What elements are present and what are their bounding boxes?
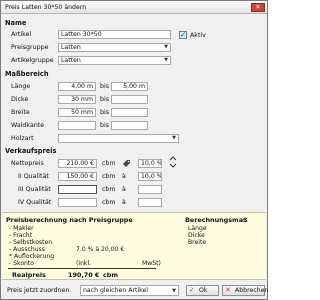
quality2-input[interactable]: 150,00 € [58, 172, 97, 181]
measure-item: Dicke [188, 232, 205, 239]
measure-item: Breite [188, 239, 207, 246]
holzart-select[interactable]: ▼ [58, 134, 179, 143]
zuordnen-label: Preis jetzt zuordnen [7, 287, 70, 294]
breite-from-input[interactable]: 50 mm [58, 108, 96, 117]
calc-item: - Fracht [9, 232, 33, 239]
divider [8, 268, 156, 269]
artikelgruppe-value: Latten [61, 57, 81, 64]
close-button[interactable]: ✕ [251, 3, 265, 12]
bis-label: bis [100, 109, 110, 116]
measure-item: Länge [188, 225, 207, 232]
ausschuss-value: 7.0 % à 20,00 € [76, 246, 125, 253]
laenge-to-input[interactable]: 5,00 m [111, 82, 148, 91]
section-mass-header: Maßbereich [5, 70, 49, 78]
cancel-x-icon: ✕ [225, 286, 231, 294]
artikelgruppe-select[interactable]: Latten ▼ [58, 56, 171, 65]
section-name-header: Name [5, 19, 27, 27]
realpreis-label: Realpreis [12, 271, 46, 279]
holzart-label: Holzart [11, 135, 34, 142]
section-verkaufspreis-header: Verkaufspreis [5, 147, 57, 155]
quality4-label: IV Qualität [18, 199, 52, 206]
aktiv-label: Aktiv [190, 32, 206, 39]
quality3-label: III Qualität [18, 186, 51, 193]
zuordnen-select[interactable]: nach gleichen Artikel ▼ [80, 285, 179, 296]
zuordnen-value: nach gleichen Artikel [83, 287, 149, 294]
quality3-unit: cbm [102, 186, 116, 193]
calc-header: Preisberechnung nach Preisgruppe [6, 216, 133, 224]
ok-button[interactable]: ✓ Ok [186, 285, 219, 296]
quality4-unit: cbm [102, 199, 116, 206]
dialog-window: Preis Latten 30*50 ändern ✕ Name Artikel… [0, 0, 268, 300]
bis-label: bis [100, 83, 110, 90]
quality3-percent-input[interactable] [138, 185, 162, 194]
nettopreis-unit: cbm [102, 160, 116, 167]
realpreis-value: 190,70 € [68, 271, 100, 279]
artikelgruppe-label: Artikelgruppe [11, 57, 54, 64]
checkmark-icon: ✓ [189, 286, 195, 294]
up-down-spinner-icon[interactable] [169, 156, 177, 168]
ok-label: Ok [199, 287, 208, 294]
artikel-input[interactable]: Latten 30*50 [58, 30, 171, 39]
check-icon: ✓ [180, 30, 187, 39]
nettopreis-input[interactable]: 210,00 € [58, 159, 97, 168]
title-bar: Preis Latten 30*50 ändern ✕ [1, 1, 267, 14]
chevron-down-icon: ▼ [164, 44, 168, 50]
preisgruppe-value: Latten [61, 44, 81, 51]
cancel-label: Abbrechen [235, 287, 269, 294]
nettopreis-percent-input[interactable]: 10,0 % [138, 159, 162, 168]
quality4-percent-input[interactable] [138, 198, 162, 207]
waldkante-from-input[interactable] [58, 121, 96, 130]
preisgruppe-label: Preisgruppe [11, 44, 49, 51]
preisgruppe-select[interactable]: Latten ▼ [58, 43, 171, 52]
quality2-a-label: à [122, 173, 126, 180]
nettopreis-label: Nettopreis [11, 160, 44, 167]
artikel-label: Artikel [11, 31, 32, 38]
skonto-mwst-label: MwSt) [142, 260, 161, 267]
quality4-input[interactable] [58, 198, 97, 207]
quality2-label: II Qualität [18, 173, 49, 180]
calc-item: - Selbstkosten [9, 239, 53, 246]
calc-item: * Auflockerung [9, 253, 55, 260]
bis-label: bis [100, 96, 110, 103]
realpreis-unit: cbm [103, 271, 119, 279]
breite-label: Breite [11, 109, 30, 116]
quality3-input[interactable] [58, 185, 97, 194]
calc-item: - Skonto [9, 260, 35, 267]
percent-tag-icon[interactable] [122, 159, 131, 167]
quality3-a-label: à [122, 186, 126, 193]
measure-header: Berechnungsmaß [185, 216, 248, 224]
laenge-from-input[interactable]: 4,00 m [58, 82, 96, 91]
aktiv-checkbox[interactable]: ✓ [179, 30, 187, 39]
chevron-down-icon: ▼ [164, 57, 168, 63]
quality4-a-label: à [122, 199, 126, 206]
calc-item: - Ausschuss [9, 246, 45, 253]
waldkante-to-input[interactable] [111, 121, 148, 130]
dicke-from-input[interactable]: 30 mm [58, 95, 96, 104]
skonto-inkl-label: (inkl. [76, 260, 92, 267]
window-title: Preis Latten 30*50 ändern [5, 4, 87, 11]
laenge-label: Länge [11, 83, 31, 90]
dicke-to-input[interactable] [111, 95, 148, 104]
quality2-percent-input[interactable]: 10,0 % [138, 172, 162, 181]
chevron-down-icon: ▼ [172, 135, 176, 141]
waldkante-label: Waldkante [11, 122, 45, 129]
quality2-unit: cbm [102, 173, 116, 180]
calc-item: - Makler [9, 225, 34, 232]
cancel-button[interactable]: ✕ Abbrechen [222, 285, 269, 296]
dicke-label: Dicke [11, 96, 29, 103]
bis-label: bis [100, 122, 110, 129]
chevron-down-icon: ▼ [172, 288, 176, 294]
breite-to-input[interactable] [111, 108, 148, 117]
price-calculation-panel: Preisberechnung nach Preisgruppe Berechn… [2, 212, 266, 280]
